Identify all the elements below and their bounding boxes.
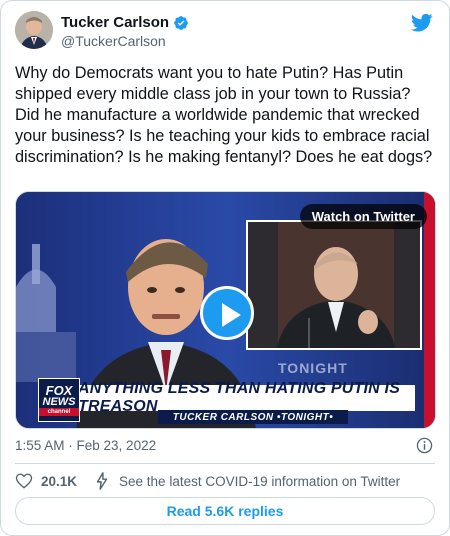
verified-badge-icon <box>174 15 188 30</box>
fox-news-logo: FOX NEWS channel <box>38 378 80 422</box>
inset-video-frame <box>246 220 422 350</box>
tweet-header: Tucker Carlson @TuckerCarlson <box>15 11 435 55</box>
play-button[interactable] <box>200 286 254 340</box>
tweet-actions: 20.1K See the latest COVID-19 informatio… <box>15 471 435 491</box>
author-avatar[interactable] <box>15 11 53 49</box>
show-name-strip: TUCKER CARLSON •TONIGHT• <box>158 410 348 424</box>
info-icon[interactable] <box>416 437 433 454</box>
tonight-background-text: TONIGHT <box>278 360 348 376</box>
video-media[interactable]: TONIGHT Watch on Twitter ANYTHING LESS T… <box>15 191 436 429</box>
covid-info-text: See the latest COVID-19 information on T… <box>119 473 401 489</box>
twitter-bird-icon[interactable] <box>411 13 433 33</box>
author-handle[interactable]: @TuckerCarlson <box>61 33 166 49</box>
like-count[interactable]: 20.1K <box>41 474 77 489</box>
watch-on-twitter-badge[interactable]: Watch on Twitter <box>299 204 427 229</box>
author-name[interactable]: Tucker Carlson <box>61 14 169 31</box>
tweet-meta-row: 1:55 AM · Feb 23, 2022 <box>15 437 435 457</box>
play-icon <box>222 303 241 327</box>
tweet-timestamp[interactable]: 1:55 AM · Feb 23, 2022 <box>15 438 156 453</box>
heart-icon[interactable] <box>15 472 33 490</box>
lightning-icon <box>96 472 108 490</box>
news-chyron: ANYTHING LESS THAN HATING PUTIN IS TREAS… <box>78 380 415 415</box>
read-replies-button[interactable]: Read 5.6K replies <box>15 497 435 525</box>
tweet-text: Why do Democrats want you to hate Putin?… <box>15 64 433 166</box>
covid-info-link[interactable]: See the latest COVID-19 information on T… <box>95 472 400 490</box>
author-name-line: Tucker Carlson <box>61 14 189 31</box>
divider <box>15 463 435 464</box>
tweet-card: Tucker Carlson @TuckerCarlson Why do Dem… <box>0 0 450 536</box>
